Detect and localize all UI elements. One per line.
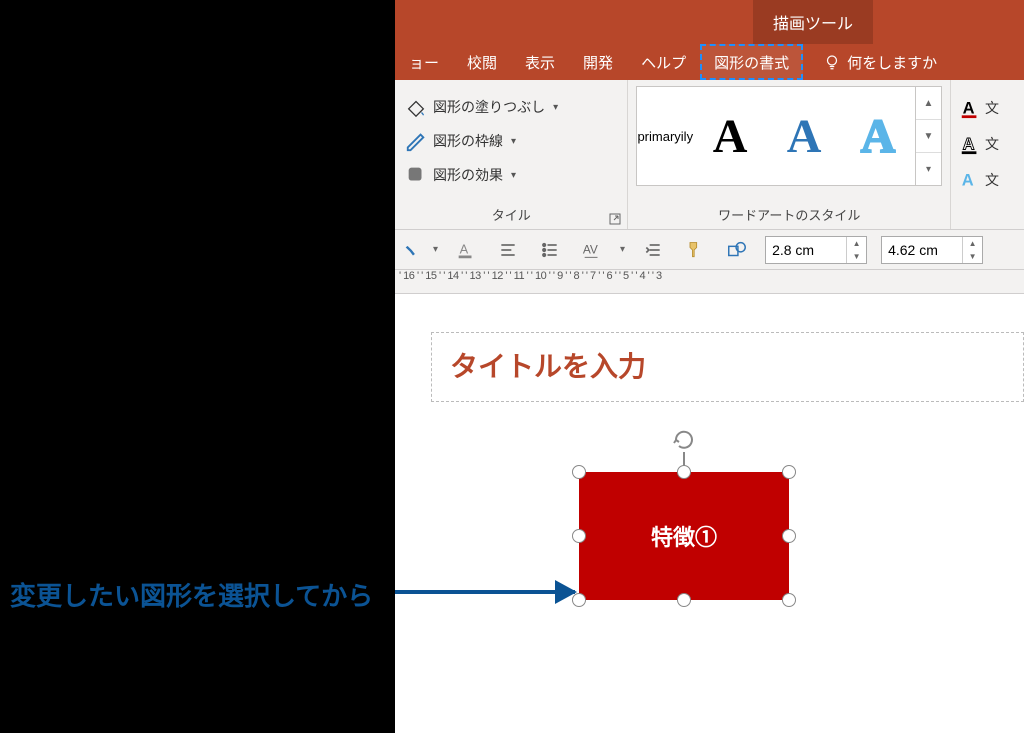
resize-handle-nw[interactable] [572, 465, 586, 479]
text-options-group-label [959, 205, 1016, 229]
ribbon-group-shape-styles: 図形の塗りつぶし ▾ 図形の枠線 ▾ 図形の効果 ▾ [395, 80, 628, 229]
text-effects-dropdown[interactable]: A 文 [959, 164, 999, 196]
shape-height-field[interactable] [766, 237, 846, 263]
svg-text:AV: AV [583, 242, 598, 256]
tab-developer[interactable]: 開発 [569, 44, 627, 80]
horizontal-ruler: ' 16 ' ' 15 ' ' 14 ' ' 13 ' ' 12 ' ' 11 … [395, 270, 1024, 294]
selected-shape[interactable]: 特徴① [579, 472, 789, 600]
indent-button[interactable] [639, 236, 667, 264]
tab-help[interactable]: ヘルプ [627, 44, 700, 80]
ribbon-tab-row: ョー 校閲 表示 開発 ヘルプ 図形の書式 何をしますか [395, 44, 1024, 80]
shape-effects-dropdown[interactable]: 図形の効果 ▾ [403, 158, 516, 192]
annotation-callout: 変更したい図形を選択してから [10, 576, 373, 613]
svg-text:A: A [963, 136, 975, 154]
slide-canvas[interactable]: タイトルを入力 特徴① [395, 294, 1024, 733]
tab-shape-format[interactable]: 図形の書式 [700, 44, 803, 80]
tab-review[interactable]: 校閲 [453, 44, 511, 80]
shape-styles-group-label: タイル [403, 205, 619, 229]
rotate-handle-icon[interactable] [672, 428, 696, 452]
shape-insert-button[interactable] [723, 236, 751, 264]
shape-effects-label: 図形の効果 [433, 165, 503, 185]
align-button[interactable] [494, 236, 522, 264]
ribbon-group-wordart-styles: primaryily A A A ▲ ▼ ▾ ワードアートのスタイル [628, 80, 951, 229]
chevron-down-icon[interactable]: ▾ [433, 244, 438, 255]
format-painter-button[interactable] [681, 236, 709, 264]
title-placeholder[interactable]: タイトルを入力 [431, 332, 1024, 402]
resize-handle-se[interactable] [782, 593, 796, 607]
tab-slideshow[interactable]: ョー [395, 44, 453, 80]
text-effects-icon: A [959, 170, 981, 190]
left-black-region [0, 0, 395, 733]
chevron-down-icon: ▾ [553, 102, 558, 113]
wordart-preset-2[interactable]: A [767, 109, 841, 164]
shape-rectangle[interactable]: 特徴① [579, 472, 789, 600]
resize-handle-w[interactable] [572, 529, 586, 543]
resize-handle-e[interactable] [782, 529, 796, 543]
wordart-preset-3[interactable]: A [841, 109, 915, 164]
wordart-preset-1[interactable]: A [693, 109, 767, 164]
lightbulb-icon [823, 53, 841, 71]
shape-height-input[interactable]: ▲ ▼ [765, 236, 867, 264]
effects-icon [405, 165, 427, 185]
text-fill-label: 文 [985, 98, 999, 118]
text-outline-dropdown[interactable]: A 文 [959, 128, 999, 160]
resize-handle-s[interactable] [677, 593, 691, 607]
tell-me-label: 何をしますか [847, 52, 937, 73]
resize-handle-n[interactable] [677, 465, 691, 479]
context-tab-drawing-tools[interactable]: 描画ツール [753, 0, 873, 44]
dialog-launcher-icon[interactable] [607, 211, 623, 227]
text-fill-icon: A [959, 98, 981, 118]
chevron-down-icon: ▾ [511, 170, 516, 181]
tell-me-search[interactable]: 何をしますか [823, 52, 937, 73]
font-color-button[interactable]: A [452, 236, 480, 264]
spinner-up-icon[interactable]: ▲ [847, 237, 866, 250]
list-button[interactable] [536, 236, 564, 264]
text-effects-label: 文 [985, 170, 999, 190]
shape-fill-dropdown[interactable]: 図形の塗りつぶし ▾ [403, 90, 558, 124]
character-spacing-button[interactable]: AV [578, 236, 606, 264]
quick-toolbar: ヽ ▾ A AV ▾ ▲ ▼ [395, 230, 1024, 270]
resize-handle-ne[interactable] [782, 465, 796, 479]
shape-styles-label-tail: タイル [492, 208, 531, 223]
paint-bucket-icon [405, 97, 427, 117]
svg-text:A: A [963, 100, 975, 118]
powerpoint-window: 描画ツール ョー 校閲 表示 開発 ヘルプ 図形の書式 何をしますか [395, 0, 1024, 733]
wordart-gallery[interactable]: primaryily A A A ▲ ▼ ▾ [636, 86, 942, 186]
spinner-down-icon[interactable]: ▼ [847, 250, 866, 263]
pen-icon [405, 131, 427, 151]
gallery-scroll-up[interactable]: ▲ [916, 87, 941, 120]
shape-outline-dropdown[interactable]: 図形の枠線 ▾ [403, 124, 516, 158]
ribbon-group-text-options: A 文 A 文 A 文 [951, 80, 1024, 229]
title-bar: 描画ツール [395, 0, 1024, 44]
chevron-down-icon[interactable]: ▾ [620, 244, 625, 255]
gallery-scroll-down[interactable]: ▼ [916, 120, 941, 153]
spinner-down-icon[interactable]: ▼ [963, 250, 982, 263]
shape-text: 特徴① [651, 520, 717, 552]
quick-item-fragment: ヽ [401, 237, 419, 263]
shape-outline-label: 図形の枠線 [433, 131, 503, 151]
text-outline-label: 文 [985, 134, 999, 154]
shape-width-field[interactable] [882, 237, 962, 263]
tab-view[interactable]: 表示 [511, 44, 569, 80]
shape-fill-label: 図形の塗りつぶし [433, 97, 545, 117]
shape-width-input[interactable]: ▲ ▼ [881, 236, 983, 264]
gallery-scroll: ▲ ▼ ▾ [915, 87, 941, 185]
ribbon: 図形の塗りつぶし ▾ 図形の枠線 ▾ 図形の効果 ▾ [395, 80, 1024, 230]
text-outline-icon: A [959, 134, 981, 154]
text-fill-dropdown[interactable]: A 文 [959, 92, 999, 124]
spinner-up-icon[interactable]: ▲ [963, 237, 982, 250]
svg-text:A: A [460, 241, 469, 256]
annotation-arrow-icon [395, 590, 575, 594]
gallery-more[interactable]: ▾ [916, 153, 941, 185]
svg-text:A: A [962, 172, 974, 190]
wordart-group-label: ワードアートのスタイル [636, 205, 942, 229]
chevron-down-icon: ▾ [511, 136, 516, 147]
